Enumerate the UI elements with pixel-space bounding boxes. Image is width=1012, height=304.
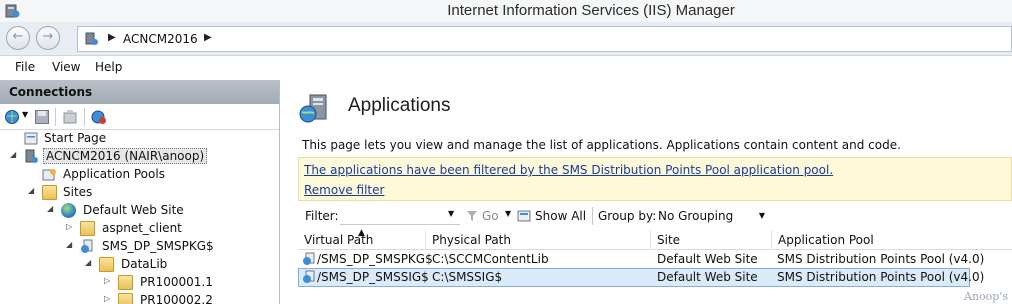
disconnect-icon[interactable] <box>91 109 107 125</box>
toolbar-divider <box>84 108 85 126</box>
table-header: Virtual Path ▲ Physical Path Site Applic… <box>298 228 1012 250</box>
column-application-pool[interactable]: Application Pool <box>771 230 1012 250</box>
delete-icon[interactable] <box>62 109 78 125</box>
cell-application-pool: SMS Distribution Points Pool (v4.0) <box>777 270 985 284</box>
address-bar: ← → ▶ ACNCM2016 ▶ <box>0 22 1012 56</box>
expand-arrow-icon[interactable]: ◢ <box>47 204 57 213</box>
address-field[interactable]: ▶ ACNCM2016 ▶ <box>77 26 1012 52</box>
funnel-icon <box>467 211 477 221</box>
connect-globe-icon[interactable] <box>4 109 20 125</box>
go-button[interactable]: Go <box>482 209 499 223</box>
server-icon <box>24 149 39 164</box>
chevron-down-icon[interactable]: ▼ <box>22 110 28 119</box>
cell-physical-path: C:\SCCMContentLib <box>432 252 549 266</box>
page-description: This page lets you view and manage the l… <box>302 138 901 152</box>
folder-icon <box>99 257 114 272</box>
expand-arrow-icon[interactable]: ◢ <box>28 186 38 195</box>
group-by-value: No Grouping <box>658 209 734 223</box>
application-icon <box>80 239 95 254</box>
applications-icon <box>299 94 327 123</box>
cell-physical-path: C:\SMSSIG$ <box>432 270 503 284</box>
group-by-select[interactable]: No Grouping ▼ <box>651 206 771 226</box>
menu-help[interactable]: Help <box>95 60 122 74</box>
column-virtual-path[interactable]: Virtual Path ▲ <box>298 228 424 250</box>
column-site[interactable]: Site <box>650 230 770 250</box>
toolbar-divider <box>592 207 593 225</box>
menu-bar: File View Help <box>0 56 1012 78</box>
forward-arrow-icon: → <box>42 29 54 44</box>
expand-arrow-icon[interactable]: ◢ <box>66 240 76 249</box>
applications-panel: Applications This page lets you view and… <box>286 80 1012 304</box>
tree-item-label: DataLib <box>121 257 168 271</box>
tree-item-label: ACNCM2016 (NAIR\anoop) <box>43 148 208 164</box>
tree-item-label: Application Pools <box>63 167 165 181</box>
application-icon <box>303 270 315 283</box>
server-icon <box>85 32 98 45</box>
expand-arrow-icon[interactable]: ◢ <box>85 258 95 267</box>
group-by-label: Group by: <box>598 209 657 223</box>
tree-item-label: Sites <box>63 185 93 199</box>
sites-icon <box>42 185 57 200</box>
collapse-arrow-icon[interactable]: ▷ <box>104 294 114 303</box>
table-row[interactable]: /SMS_DP_SMSPKG$ C:\SCCMContentLib Defaul… <box>298 250 984 269</box>
globe-icon <box>61 203 76 218</box>
cell-site: Default Web Site <box>657 252 758 266</box>
cell-virtual-path: /SMS_DP_SMSPKG$ <box>317 252 433 266</box>
menu-view[interactable]: View <box>52 60 80 74</box>
toolbar-divider <box>55 108 56 126</box>
remove-filter-link[interactable]: Remove filter <box>304 183 384 197</box>
app-pools-icon <box>42 167 57 182</box>
filter-notice-banner: The applications have been filtered by t… <box>298 157 1012 201</box>
column-label: Application Pool <box>778 233 874 247</box>
save-icon[interactable] <box>34 109 50 125</box>
tree-item-label: Default Web Site <box>83 203 184 217</box>
filter-input[interactable] <box>340 207 460 225</box>
breadcrumb-separator-icon[interactable]: ▶ <box>204 32 212 43</box>
page-title: Applications <box>348 95 451 116</box>
title-bar: Internet Information Services (IIS) Mana… <box>0 0 1012 22</box>
menu-file[interactable]: File <box>15 60 35 74</box>
show-all-button[interactable]: Show All <box>535 209 586 223</box>
breadcrumb-separator-icon: ▶ <box>108 32 116 43</box>
tree-item-label: aspnet_client <box>102 221 182 235</box>
column-label: Site <box>657 233 681 247</box>
connections-pane: Connections ▼ Start Page ◢ ACNCM2016 (NA… <box>0 80 280 304</box>
cell-application-pool: SMS Distribution Points Pool (v4.0) <box>777 252 985 266</box>
collapse-arrow-icon[interactable]: ▷ <box>104 276 114 285</box>
application-icon <box>303 252 315 265</box>
filter-label: Filter: <box>305 209 339 223</box>
forward-button[interactable]: → <box>36 26 60 50</box>
column-label: Physical Path <box>432 233 511 247</box>
window-title: Internet Information Services (IIS) Mana… <box>447 2 735 19</box>
connections-header: Connections <box>0 80 279 104</box>
column-physical-path[interactable]: Physical Path <box>425 230 649 250</box>
watermark: Anoop's <box>964 290 1008 303</box>
connections-toolbar: ▼ <box>0 104 279 130</box>
chevron-down-icon[interactable]: ▼ <box>448 209 454 218</box>
show-all-icon <box>517 210 531 222</box>
filter-toolbar: Filter: ▼ Go ▼ Show All Group by: No Gro… <box>298 204 1012 228</box>
tree-item-label: PR100001.1 <box>140 275 213 289</box>
folder-icon <box>118 275 133 290</box>
back-arrow-icon: ← <box>12 29 24 44</box>
cell-site: Default Web Site <box>657 270 758 284</box>
chevron-down-icon: ▼ <box>758 211 765 220</box>
folder-icon <box>118 293 133 304</box>
breadcrumb-server[interactable]: ACNCM2016 <box>123 32 198 46</box>
tree-item-label: PR100002.2 <box>140 293 213 304</box>
tree-item-label: SMS_DP_SMSPKG$ <box>102 239 214 253</box>
collapse-arrow-icon[interactable]: ▷ <box>66 222 76 231</box>
start-page-icon <box>24 131 39 146</box>
back-button[interactable]: ← <box>6 26 30 50</box>
chevron-down-icon[interactable]: ▼ <box>505 209 511 218</box>
table-row[interactable]: /SMS_DP_SMSSIG$ C:\SMSSIG$ Default Web S… <box>298 268 984 287</box>
filter-notice-link[interactable]: The applications have been filtered by t… <box>304 163 833 177</box>
folder-icon <box>80 221 95 236</box>
tree-item-label: Start Page <box>44 131 107 145</box>
expand-arrow-icon[interactable]: ◢ <box>10 150 20 159</box>
cell-virtual-path: /SMS_DP_SMSSIG$ <box>317 270 429 284</box>
sort-arrow-icon: ▲ <box>358 228 365 238</box>
